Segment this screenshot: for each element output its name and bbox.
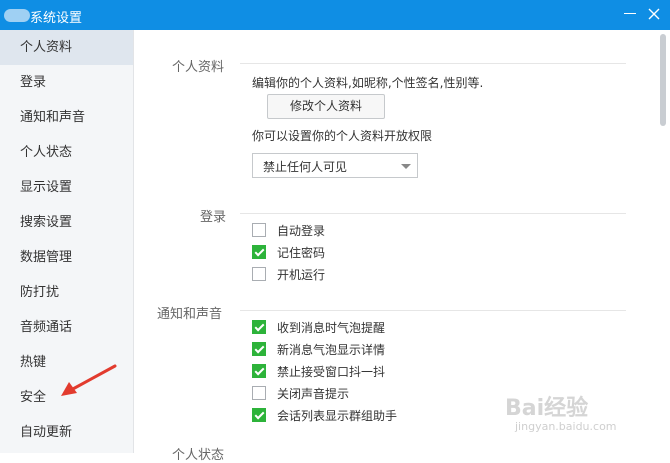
checkbox-label: 会话列表显示群组助手: [277, 409, 398, 423]
checkbox-label: 开机运行: [277, 268, 326, 282]
annotation-arrow-icon: [61, 364, 117, 396]
sidebar-item-display[interactable]: 显示设置: [0, 170, 133, 205]
watermark-logo: Bai经验: [505, 396, 589, 421]
close-icon: [648, 8, 660, 20]
checkbox-label: 自动登录: [277, 224, 326, 238]
checkbox-label: 禁止接受窗口抖一抖: [277, 365, 386, 379]
sidebar-item-notify[interactable]: 通知和声音: [0, 100, 133, 135]
section-label-notify: 通知和声音: [157, 307, 223, 322]
profile-description: 编辑你的个人资料,如昵称,个性签名,性别等.: [252, 76, 484, 90]
permission-select-value: 禁止任何人可见: [263, 160, 348, 174]
sidebar-item-update[interactable]: 自动更新: [0, 415, 133, 450]
sidebar-item-call[interactable]: 音频通话: [0, 310, 133, 345]
checkbox-unchecked-icon: [252, 267, 266, 281]
sidebar-item-profile[interactable]: 个人资料: [0, 30, 133, 65]
checkbox-checked-icon: [252, 245, 266, 259]
checkbox-label: 收到消息时气泡提醒: [277, 321, 386, 335]
checkbox-unchecked-icon: [252, 386, 266, 400]
watermark-url: jingyan.baidu.com: [515, 420, 617, 433]
app-logo-icon: [4, 9, 30, 22]
checkbox-checked-icon: [252, 408, 266, 422]
checkbox-checked-icon: [252, 364, 266, 378]
permission-text: 你可以设置你的个人资料开放权限: [252, 129, 433, 143]
checkbox-checked-icon: [252, 320, 266, 334]
scrollbar-thumb[interactable]: [660, 34, 666, 126]
edit-profile-button[interactable]: 修改个人资料: [267, 94, 385, 119]
sidebar-item-status[interactable]: 个人状态: [0, 135, 133, 170]
section-divider: [240, 310, 626, 311]
minimize-icon: [624, 13, 636, 14]
section-label-status: 个人状态: [172, 448, 225, 463]
checkbox-label: 新消息气泡显示详情: [277, 343, 386, 357]
checkbox-label: 关闭声音提示: [277, 387, 350, 401]
sidebar-item-data[interactable]: 数据管理: [0, 240, 133, 275]
section-divider: [240, 63, 626, 64]
section-divider: [240, 213, 626, 214]
sidebar-item-login[interactable]: 登录: [0, 65, 133, 100]
checkbox-label: 记住密码: [277, 246, 326, 260]
section-label-profile: 个人资料: [172, 60, 225, 75]
checkbox-checked-icon: [252, 342, 266, 356]
watermark: Bai经验 jingyan.baidu.com: [505, 390, 655, 440]
minimize-button[interactable]: [620, 4, 640, 24]
chevron-down-icon: [401, 164, 411, 169]
section-label-login: 登录: [200, 210, 227, 225]
sidebar-item-search[interactable]: 搜索设置: [0, 205, 133, 240]
permission-select[interactable]: 禁止任何人可见: [252, 153, 418, 178]
checkbox-unchecked-icon: [252, 223, 266, 237]
close-button[interactable]: [644, 4, 664, 24]
window-title: 系统设置: [30, 11, 83, 26]
sidebar-item-dnd[interactable]: 防打扰: [0, 275, 133, 310]
title-bar: 系统设置: [0, 0, 670, 30]
